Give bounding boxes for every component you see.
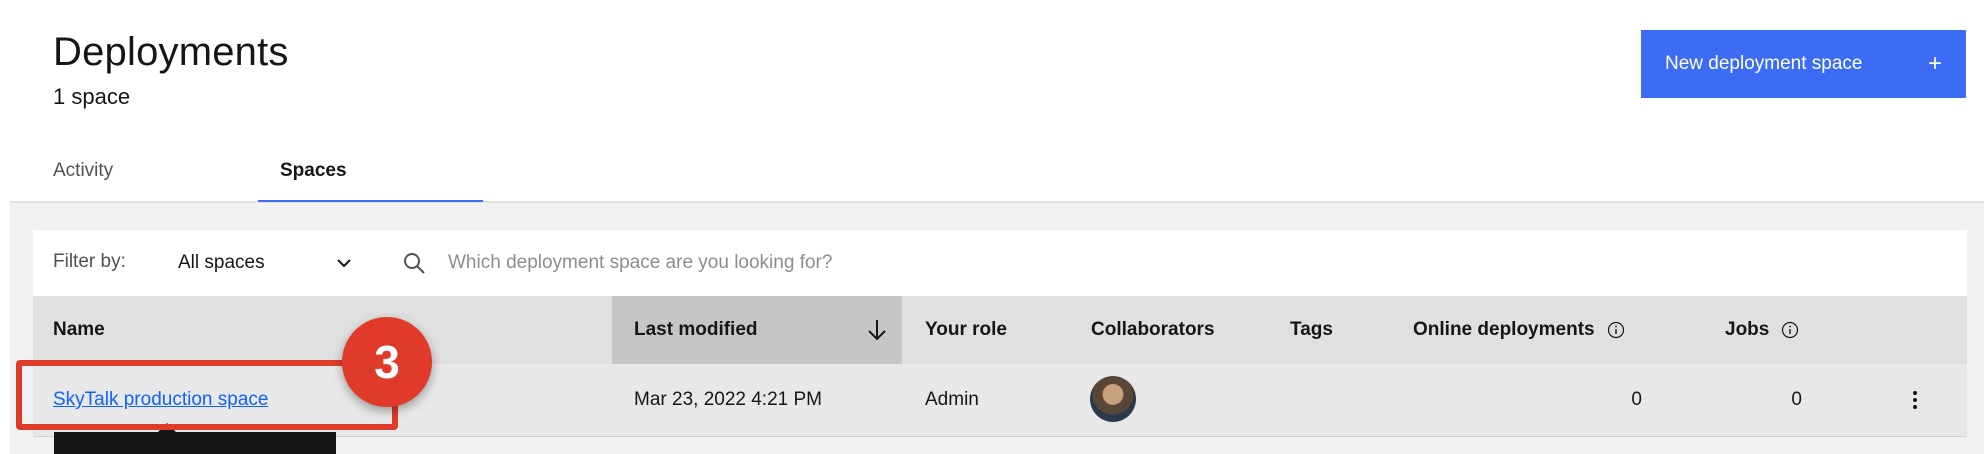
online-deployments-cell: 0: [1631, 389, 1642, 410]
search-input[interactable]: [440, 243, 1356, 283]
annotation-highlight: [16, 360, 398, 430]
column-header-last-modified-label: Last modified: [634, 319, 758, 340]
tooltip: [54, 432, 336, 454]
role-cell: Admin: [925, 389, 979, 410]
search-icon: [404, 253, 425, 274]
tab-spaces[interactable]: Spaces: [258, 160, 483, 202]
last-modified-cell: Mar 23, 2022 4:21 PM: [634, 389, 822, 410]
new-deployment-space-label: New deployment space: [1665, 53, 1863, 74]
column-header-tags: Tags: [1290, 319, 1333, 340]
space-count: 1 space: [53, 84, 131, 109]
column-header-role[interactable]: Your role: [925, 296, 1007, 364]
filter-label: Filter by:: [53, 251, 126, 272]
column-header-jobs-label: Jobs: [1725, 319, 1770, 340]
plus-icon: +: [1927, 50, 1942, 77]
overflow-menu-icon[interactable]: [1905, 385, 1925, 415]
page-title: Deployments: [53, 30, 289, 74]
info-icon[interactable]: [1781, 321, 1799, 339]
filter-dropdown-value: All spaces: [178, 252, 265, 273]
column-header-online-deployments-label: Online deployments: [1413, 319, 1595, 340]
info-icon[interactable]: [1607, 321, 1625, 339]
column-header-name[interactable]: Name: [53, 296, 105, 364]
column-header-online-deployments[interactable]: Online deployments: [1413, 296, 1625, 364]
column-header-collaborators: Collaborators: [1091, 319, 1215, 340]
new-deployment-space-button[interactable]: New deployment space +: [1641, 30, 1966, 98]
filter-dropdown[interactable]: All spaces: [178, 244, 353, 282]
chevron-down-icon: [337, 259, 351, 268]
column-header-last-modified[interactable]: Last modified: [612, 296, 902, 364]
column-header-jobs[interactable]: Jobs: [1725, 296, 1799, 364]
jobs-cell: 0: [1791, 389, 1802, 410]
tab-activity[interactable]: Activity: [53, 160, 113, 202]
arrow-down-icon: [868, 320, 886, 341]
annotation-step-badge: 3: [342, 317, 432, 407]
collaborator-avatar[interactable]: [1090, 376, 1136, 422]
